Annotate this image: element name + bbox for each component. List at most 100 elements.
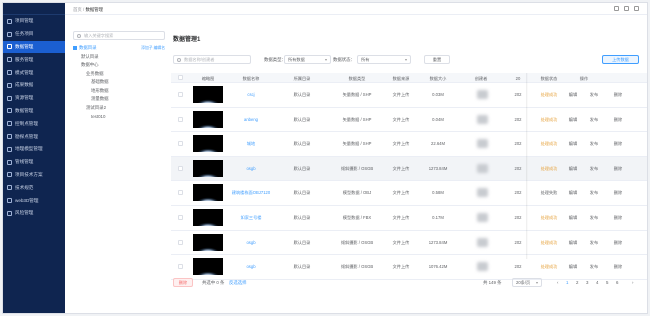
publish-button[interactable]: 发布 [590,141,598,147]
data-name-link[interactable]: 如家三号楼 [241,215,262,221]
page-number[interactable]: 5 [606,280,608,285]
edit-button[interactable]: 编辑 [569,92,577,98]
delete-button[interactable]: 删除 [614,240,622,246]
edit-button[interactable]: 编辑 [569,240,577,246]
nav-item[interactable]: 资源管理 [3,92,65,105]
tree-node[interactable]: 默认目录 [73,53,165,62]
delete-button[interactable]: 删除 [614,141,622,147]
column-header[interactable]: 数据来源 [393,76,410,82]
publish-button[interactable]: 发布 [590,240,598,246]
tree-node[interactable]: 地形数据 [73,87,165,96]
nav-item[interactable]: 模式管理 [3,66,65,79]
tree-node[interactable]: 测试目录2 [73,104,165,113]
delete-button[interactable]: 删除 [614,190,622,196]
upload-data-button[interactable]: 上传数据 [602,55,639,64]
data-name-link[interactable]: osgb [246,264,255,269]
tree-search-input[interactable]: 输入关键字搜索 [73,31,165,40]
publish-button[interactable]: 发布 [590,215,598,221]
table-row[interactable]: cscj 默认目录 矢量数据 / SHP 文件上传 0.03M 202 处理成功 编辑 发布 删除 [171,83,647,108]
page-number[interactable]: 4 [596,280,598,285]
column-header[interactable]: 数据大小 [430,76,447,82]
column-header[interactable]: 所属目录 [294,76,311,82]
nav-item[interactable]: 任务项目 [3,28,65,41]
publish-button[interactable]: 发布 [590,264,598,270]
edit-button[interactable]: 编辑 [569,190,577,196]
column-header[interactable]: 20 [516,76,521,81]
table-row[interactable]: 城地 默认目录 矢量数据 / SHP 文件上传 22.64M 202 处理成功 编辑 发布 删除 [171,132,647,157]
row-checkbox[interactable] [178,165,183,171]
table-row[interactable]: 建筑楼栋面OBJ7120 默认目录 模型数据 / OBJ 文件上传 0.58M 202 处理… [171,181,647,206]
tree-checkbox[interactable] [73,46,77,51]
breadcrumb-home[interactable]: 首页 [73,7,82,12]
delete-button[interactable]: 删除 [614,215,622,221]
next-page-icon[interactable]: › [632,280,633,285]
data-name-link[interactable]: cscj [247,92,254,97]
tree-node[interactable]: 测量数据 [73,95,165,104]
nav-item[interactable]: 数据管理 [3,105,65,118]
nav-item[interactable]: web3D管理 [3,194,65,207]
table-row[interactable]: anbeng 默认目录 矢量数据 / SHP 文件上传 0.04M 202 处理成功 编辑 发布… [171,107,647,133]
column-header[interactable]: 创建者 [475,76,488,82]
row-checkbox[interactable] [178,92,183,97]
publish-button[interactable]: 发布 [590,117,598,123]
tree-root-actions[interactable]: 添加子 编辑名 [141,46,165,51]
page-number[interactable]: 1 [566,280,568,285]
publish-button[interactable]: 发布 [590,166,598,172]
table-row[interactable]: osgb 默认目录 倾斜摄影 / OSGB 文件上传 1273.84M 202 处理成功 编辑… [171,156,647,182]
reset-button[interactable]: 重置 [424,55,450,64]
page-number[interactable]: 6 [616,280,618,285]
nav-item[interactable]: 控制点管理 [3,117,65,130]
column-header[interactable]: 数据名称 [243,76,260,82]
nav-item[interactable]: 项目管理 [3,15,65,28]
edit-button[interactable]: 编辑 [569,166,577,172]
fullscreen-icon[interactable] [614,6,619,11]
page-number[interactable]: 2 [576,280,578,285]
tree-node[interactable]: test010 [73,112,165,121]
nav-item[interactable]: 数据管理 [3,40,65,54]
tree-node[interactable]: 基础数据 [73,78,165,87]
delete-button[interactable]: 删除 [614,92,622,98]
data-name-link[interactable]: osgb [246,166,255,171]
status-filter-select[interactable]: 所有 [357,55,411,64]
data-name-link[interactable]: 建筑楼栋面OBJ7120 [232,190,270,196]
user-icon[interactable] [624,6,629,11]
page-size-select[interactable]: 20条/页 [512,278,542,287]
delete-button[interactable]: 删除 [614,264,622,270]
settings-icon[interactable] [634,6,639,11]
data-name-link[interactable]: anbeng [244,117,258,122]
nav-item[interactable]: 地理模型管理 [3,143,65,156]
table-row[interactable]: osgb 默认目录 倾斜摄影 / OSGB 文件上传 1076.42M 202 处理成功 编辑… [171,255,647,280]
tree-root[interactable]: 数据目录 添加子 编辑名 [73,44,165,53]
select-all-checkbox[interactable] [178,75,183,80]
batch-delete-button[interactable]: 删除 [173,278,193,287]
tree-node[interactable]: 业务数据 [73,70,165,79]
page-number[interactable]: 3 [586,280,588,285]
delete-button[interactable]: 删除 [614,117,622,123]
invert-selection-link[interactable]: 反选选择 [229,280,247,286]
data-search-input[interactable]: 数据名称/创建者 [173,55,251,64]
delete-button[interactable]: 删除 [614,166,622,172]
row-checkbox[interactable] [178,141,183,147]
tree-node[interactable]: 数据中心 [73,61,165,70]
nav-item[interactable]: 技术规范 [3,181,65,194]
publish-button[interactable]: 发布 [590,92,598,98]
table-row[interactable]: 如家三号楼 默认目录 模型数据 / FBX 文件上传 0.17M 202 处理成功 编辑 发布 删… [171,206,647,231]
row-checkbox[interactable] [178,239,183,245]
row-checkbox[interactable] [178,190,183,196]
nav-item[interactable]: 成果数据 [3,79,65,92]
nav-item[interactable]: 管线管理 [3,156,65,169]
nav-item[interactable]: 服务管理 [3,53,65,66]
row-checkbox[interactable] [178,264,183,270]
table-row[interactable]: osgb 默认目录 倾斜摄影 / OSGB 文件上传 1273.84M 202 处理成功 编辑… [171,230,647,256]
prev-page-icon[interactable]: ‹ [557,280,558,285]
edit-button[interactable]: 编辑 [569,117,577,123]
nav-item[interactable]: 勘探点管理 [3,130,65,143]
edit-button[interactable]: 编辑 [569,215,577,221]
row-checkbox[interactable] [178,116,183,122]
column-header[interactable]: 数据类型 [349,76,366,82]
data-name-link[interactable]: osgb [246,240,255,245]
edit-button[interactable]: 编辑 [569,264,577,270]
data-name-link[interactable]: 城地 [247,141,255,147]
nav-item[interactable]: 风险管理 [3,207,65,220]
publish-button[interactable]: 发布 [590,190,598,196]
